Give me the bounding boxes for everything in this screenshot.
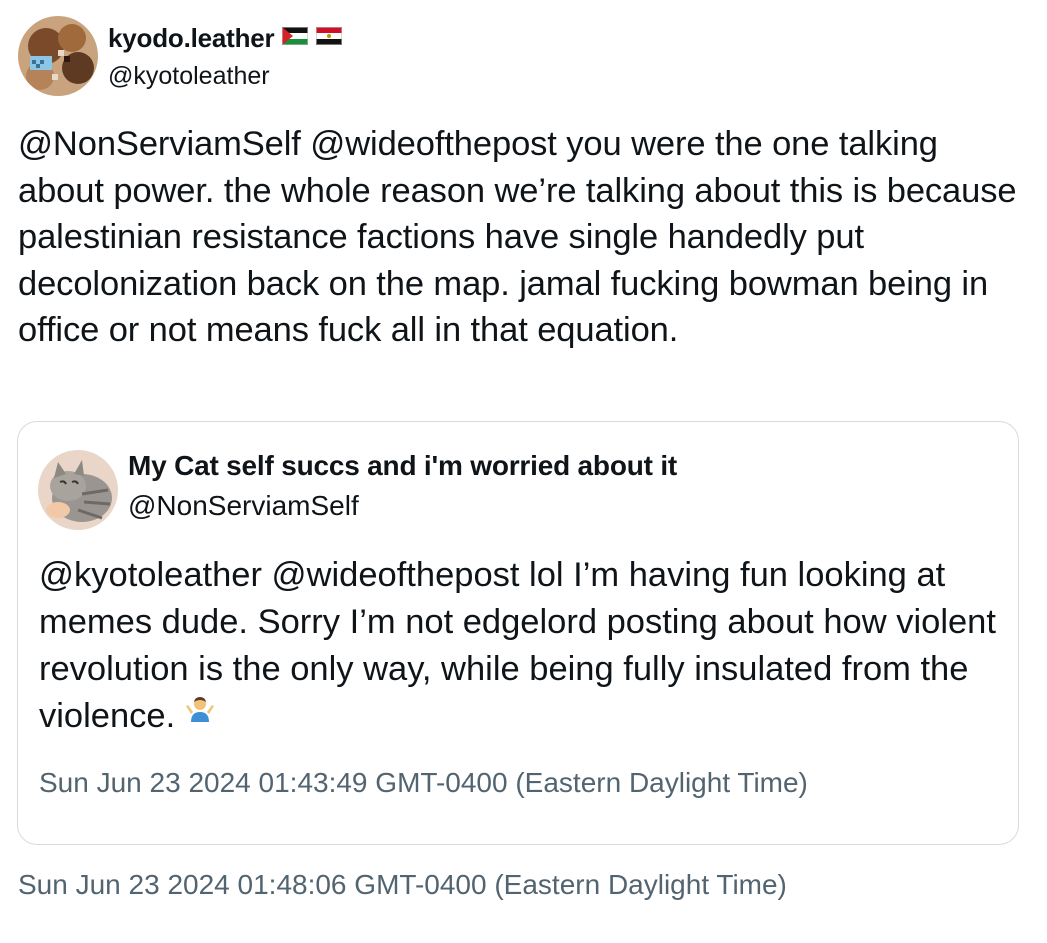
tweet-text: @NonServiamSelf @wideofthepost you were … xyxy=(18,125,1017,350)
avatar-image xyxy=(18,16,98,96)
quoted-tweet[interactable]: My Cat self succs and i'm worried about … xyxy=(17,421,1019,845)
author-display-name[interactable]: kyodo.leather xyxy=(108,23,275,54)
tweet-timestamp[interactable]: Sun Jun 23 2024 01:48:06 GMT-0400 (Easte… xyxy=(18,869,787,901)
person-shrugging-emoji-icon xyxy=(185,690,215,737)
quoted-text-block: @kyotoleather @wideofthepost lol I’m hav… xyxy=(39,552,1004,741)
quoted-display-name[interactable]: My Cat self succs and i'm worried about … xyxy=(128,448,677,484)
palestine-flag-icon xyxy=(282,27,309,50)
quoted-names: My Cat self succs and i'm worried about … xyxy=(128,448,677,524)
quoted-text: @kyotoleather @wideofthepost lol I’m hav… xyxy=(39,556,996,735)
author-handle[interactable]: @kyotoleather xyxy=(108,62,342,91)
tweet-card: kyodo.leather @kyotoleather @NonServiamS… xyxy=(0,0,1047,943)
quoted-handle[interactable]: @NonServiamSelf xyxy=(128,488,677,524)
egypt-flag-icon xyxy=(316,27,343,50)
tweet-header: kyodo.leather @kyotoleather xyxy=(18,16,343,96)
quoted-header: My Cat self succs and i'm worried about … xyxy=(38,448,677,530)
cat-avatar-image xyxy=(38,450,118,530)
quoted-timestamp[interactable]: Sun Jun 23 2024 01:43:49 GMT-0400 (Easte… xyxy=(39,767,808,799)
author-names: kyodo.leather @kyotoleather xyxy=(108,22,343,91)
display-name-row: kyodo.leather xyxy=(108,22,343,56)
quoted-avatar[interactable] xyxy=(38,450,118,530)
author-avatar[interactable] xyxy=(18,16,98,96)
